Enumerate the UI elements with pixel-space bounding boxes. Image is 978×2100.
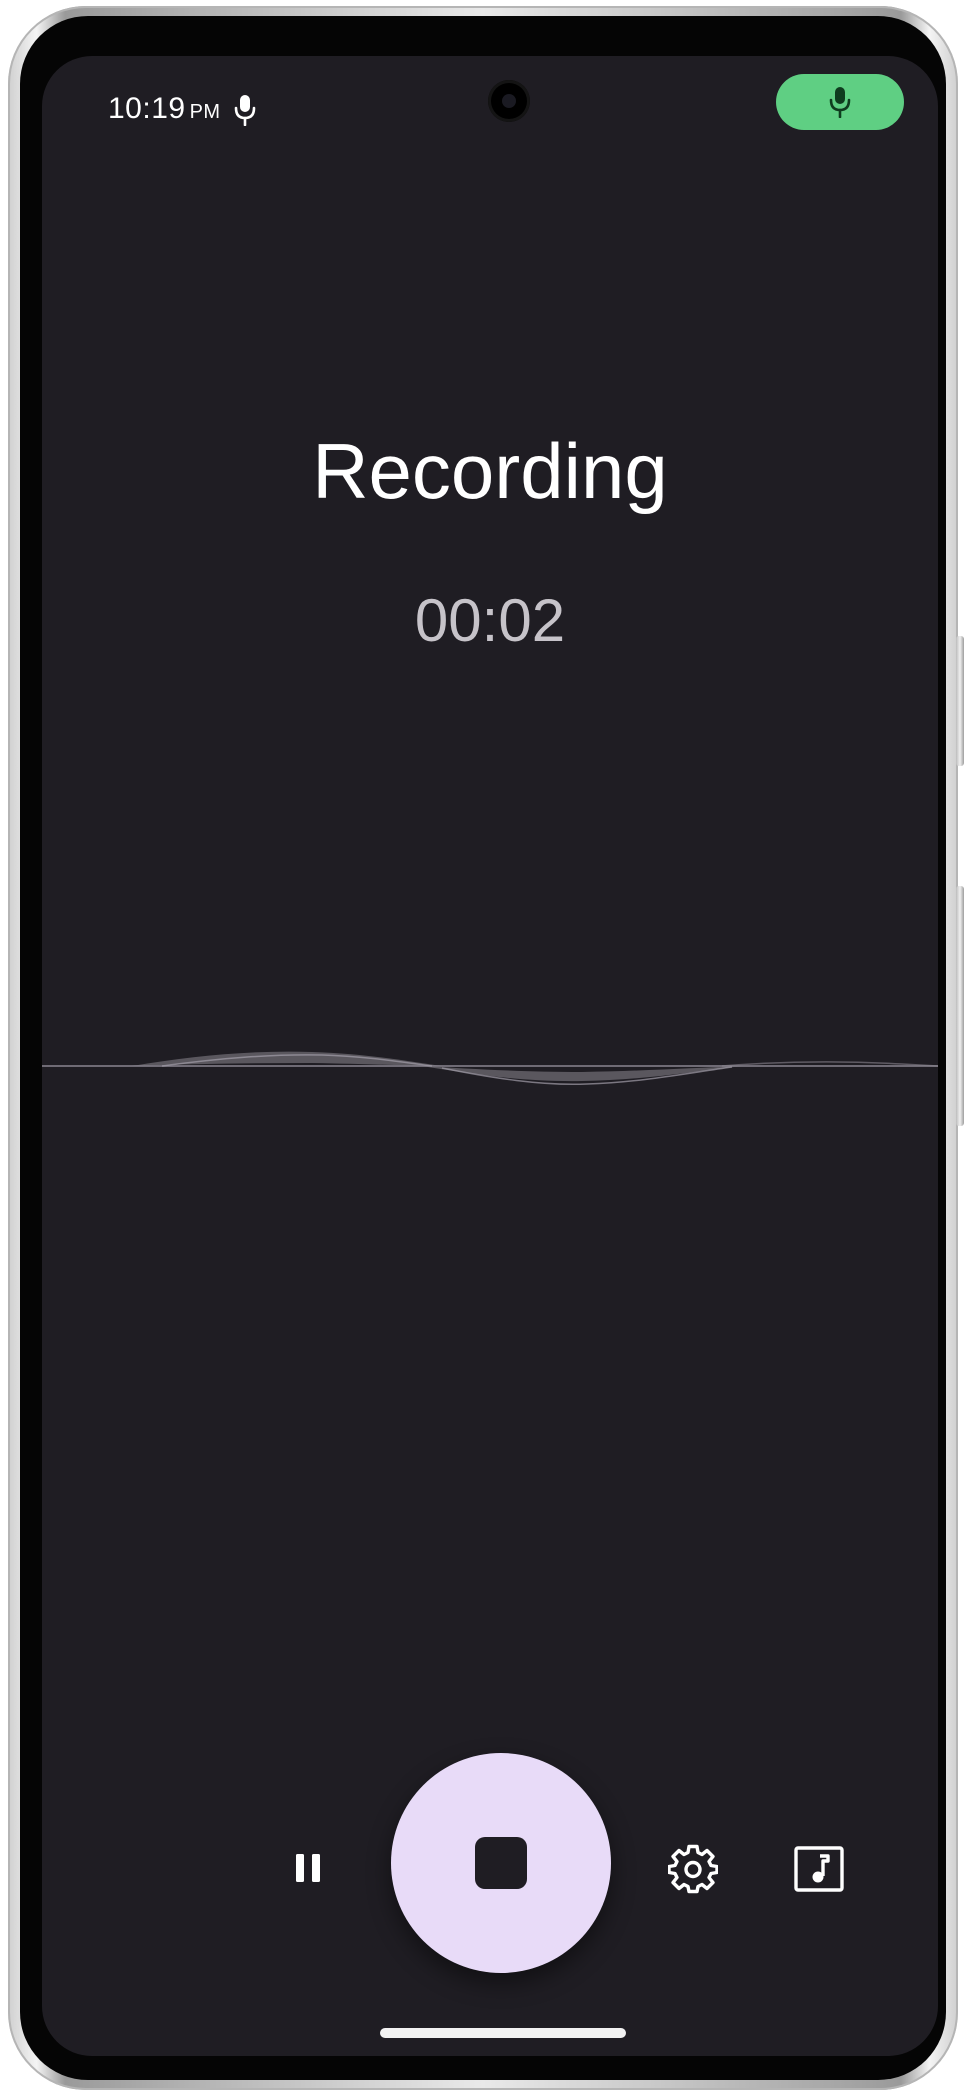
microphone-icon [829,87,851,118]
settings-button[interactable] [668,1844,718,1894]
status-time-value: 10:19 [108,92,186,125]
power-button [956,886,964,1126]
pause-icon [296,1854,304,1882]
phone-frame: 10:19 PM Recording 00:02 [8,6,964,2090]
status-time: 10:19 PM [108,92,221,126]
gesture-home-bar[interactable] [380,2028,626,2038]
pause-button[interactable] [288,1848,328,1888]
stop-button[interactable] [391,1753,611,1973]
front-camera [488,80,530,122]
audio-waveform [42,1051,938,1086]
music-note-icon [794,1846,844,1892]
phone-bezel: 10:19 PM Recording 00:02 [20,16,946,2080]
recording-indicator-chip[interactable] [776,74,904,130]
microphone-icon [234,95,256,126]
elapsed-timer: 00:02 [414,587,566,654]
recordings-library-button[interactable] [792,1842,846,1896]
recording-title: Recording [312,427,668,515]
status-time-ampm: PM [189,101,221,123]
screen: 10:19 PM Recording 00:02 [42,56,938,2056]
stop-icon [475,1837,527,1889]
gear-icon [668,1844,718,1894]
volume-button [956,636,964,766]
